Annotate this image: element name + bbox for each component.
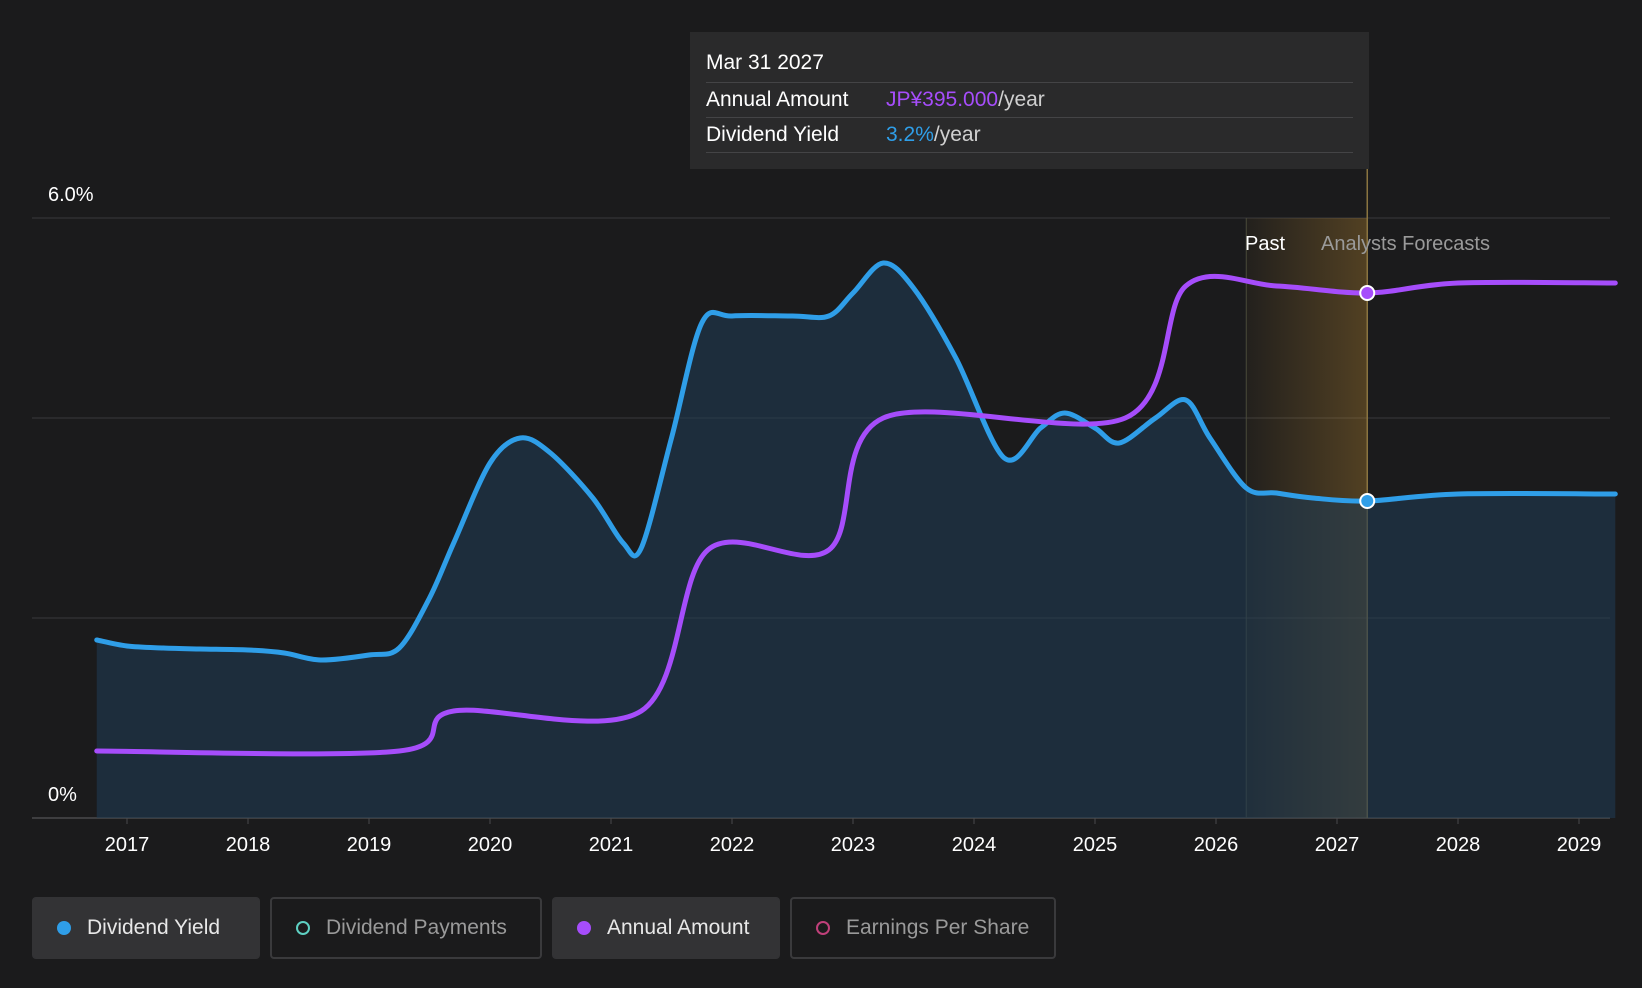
dividend-yield-marker	[1359, 493, 1376, 509]
legend-label: Earnings Per Share	[846, 916, 1030, 939]
x-tick-label: 2021	[589, 834, 634, 856]
annual-amount-dot-icon	[577, 921, 591, 935]
earnings-per-share-ring-icon	[816, 921, 830, 935]
tooltip-row-dividend-yield: Dividend Yield 3.2% /year	[706, 118, 1353, 153]
tooltip-value: 3.2%	[886, 123, 934, 146]
y-axis-top-label: 6.0%	[48, 184, 94, 206]
annual-amount-marker	[1359, 285, 1376, 301]
x-tick-label: 2025	[1073, 834, 1118, 856]
tooltip-row-annual-amount: Annual Amount JP¥395.000 /year	[706, 83, 1353, 118]
x-tick-label: 2027	[1315, 834, 1360, 856]
legend-dividend-yield-button[interactable]: Dividend Yield	[32, 897, 260, 959]
past-label: Past	[1245, 233, 1285, 255]
x-tick-label: 2020	[468, 834, 513, 856]
legend-annual-amount-button[interactable]: Annual Amount	[552, 897, 780, 959]
tooltip-label: Dividend Yield	[706, 123, 840, 146]
x-tick-label: 2028	[1436, 834, 1481, 856]
tooltip-date: Mar 31 2027	[706, 48, 1353, 83]
x-tick-label: 2024	[952, 834, 997, 856]
legend-dividend-payments-button[interactable]: Dividend Payments	[270, 897, 542, 959]
forecast-label: Analysts Forecasts	[1321, 233, 1490, 255]
y-axis-bottom-label: 0%	[48, 784, 77, 806]
x-tick-label: 2018	[226, 834, 271, 856]
legend: Dividend Yield Dividend Payments Annual …	[32, 897, 1056, 959]
tooltip-unit: /year	[998, 88, 1045, 111]
tooltip-label: Annual Amount	[706, 88, 849, 111]
x-tick-label: 2019	[347, 834, 392, 856]
x-tick-label: 2029	[1557, 834, 1602, 856]
x-tick-label: 2023	[831, 834, 876, 856]
legend-label: Annual Amount	[607, 916, 750, 939]
dividend-yield-dot-icon	[57, 921, 71, 935]
x-tick-label: 2022	[710, 834, 755, 856]
legend-earnings-per-share-button[interactable]: Earnings Per Share	[790, 897, 1056, 959]
legend-label: Dividend Payments	[326, 916, 507, 939]
x-tick-label: 2026	[1194, 834, 1239, 856]
legend-label: Dividend Yield	[87, 916, 221, 939]
x-tick-label: 2017	[105, 834, 150, 856]
dividend-payments-ring-icon	[296, 921, 310, 935]
tooltip-value: JP¥395.000	[886, 88, 999, 111]
tooltip-unit: /year	[933, 123, 981, 146]
dividend-yield-area	[96, 262, 1616, 818]
tooltip: Mar 31 2027 Annual Amount JP¥395.000 /ye…	[690, 32, 1369, 169]
